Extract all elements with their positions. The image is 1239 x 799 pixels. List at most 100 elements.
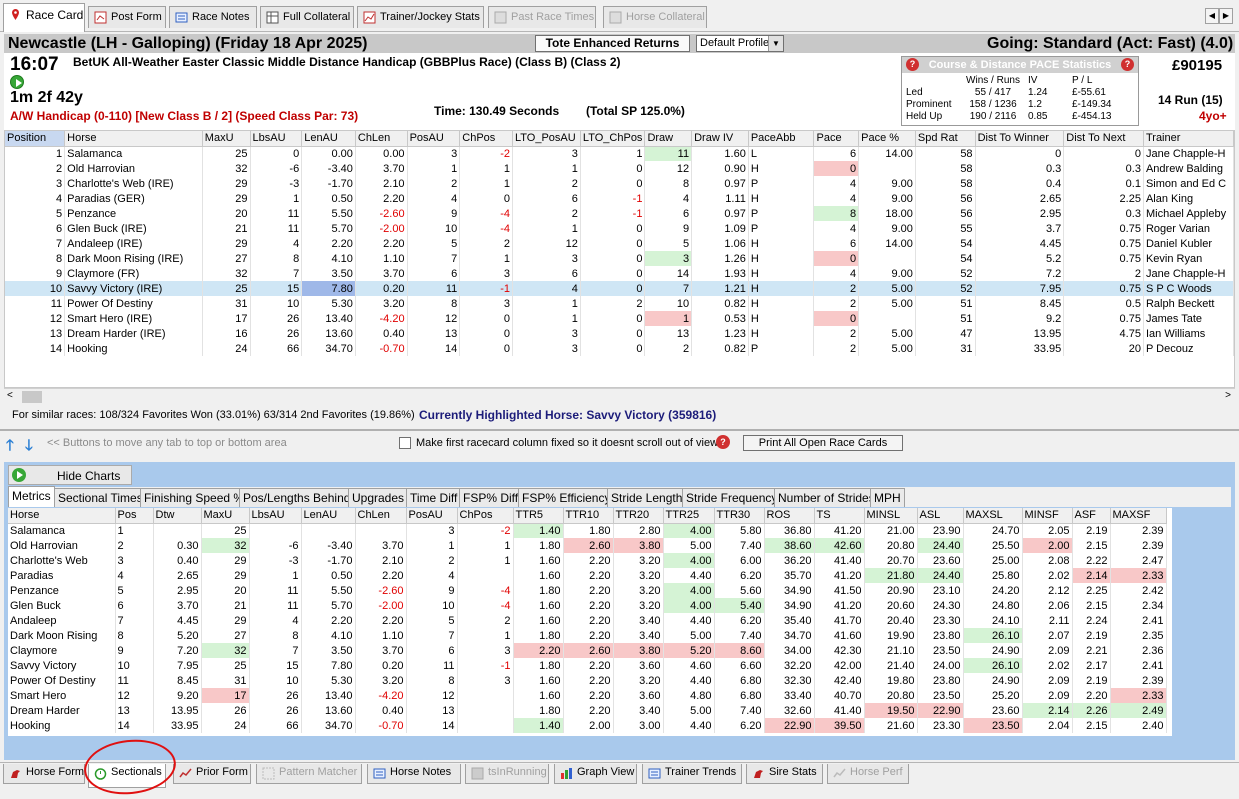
tab-horse-perf[interactable]: Horse Perf (827, 764, 909, 784)
table-row[interactable]: Claymore 9 7.20 32 7 3.50 3.70 6 3 2.20 2.60 3.80 5.… (8, 643, 1167, 658)
column-header[interactable]: TTR30 (714, 508, 765, 524)
tab-sire-stats[interactable]: Sire Stats (746, 764, 823, 784)
column-header[interactable]: TS (814, 508, 865, 524)
subtab-number-of-strides[interactable]: Number of Strides (774, 488, 879, 507)
column-header[interactable]: Horse (8, 508, 116, 524)
table-row[interactable]: 8 Dark Moon Rising (IRE) 27 8 4.10 1.10 7 1 3 0 3 1… (5, 251, 1234, 266)
column-header[interactable]: Dtw (153, 508, 202, 524)
tab-prior-form[interactable]: Prior Form (173, 764, 251, 784)
hide-charts-button[interactable]: Hide Charts (8, 465, 132, 485)
tab-ts-in-running[interactable]: tsInRunning (465, 764, 549, 784)
tab-trainer-trends[interactable]: Trainer Trends (642, 764, 742, 784)
fixed-column-checkbox[interactable] (399, 437, 411, 449)
column-header[interactable]: LbsAU (249, 508, 302, 524)
column-header[interactable]: ChPos (459, 131, 513, 147)
tab-graph-view[interactable]: Graph View (554, 764, 637, 784)
table-row[interactable]: 7 Andaleep (IRE) 29 4 2.20 2.20 5 2 12 0 5 1.06 H 6 14… (5, 236, 1234, 251)
table-row[interactable]: 14 Hooking 24 66 34.70 -0.70 14 0 3 0 2 0.82 P 2 5.00 3… (5, 341, 1234, 356)
tab-trainer-jockey-stats[interactable]: Trainer/Jockey Stats (357, 6, 484, 28)
column-header[interactable]: LenAU (301, 508, 356, 524)
column-header[interactable]: Pace (813, 131, 860, 147)
column-header[interactable]: PosAU (406, 508, 458, 524)
print-race-cards-button[interactable]: Print All Open Race Cards (743, 435, 903, 451)
table-row[interactable]: 12 Smart Hero (IRE) 17 26 13.40 -4.20 12 0 1 0 1 0.… (5, 311, 1234, 326)
column-header[interactable]: TTR20 (613, 508, 664, 524)
column-header[interactable]: Trainer (1143, 131, 1234, 147)
column-header[interactable]: LTO_PosAU (512, 131, 581, 147)
column-header[interactable]: LTO_ChPos (580, 131, 646, 147)
table-row[interactable]: Dream Harder 13 13.95 26 26 13.60 0.40 13 1.80 2.… (8, 703, 1167, 718)
column-header[interactable]: Draw (644, 131, 693, 147)
column-header[interactable]: Pace % (858, 131, 916, 147)
column-header[interactable]: Pos (115, 508, 154, 524)
subtab-time-diff[interactable]: Time Diff (406, 488, 462, 507)
move-tab-up-icon[interactable]: 🡑 (6, 435, 14, 460)
column-header[interactable]: MAXSL (963, 508, 1023, 524)
table-row[interactable]: Glen Buck 6 3.70 21 11 5.70 -2.00 10 -4 1.60 2.20 3… (8, 598, 1167, 613)
tab-pattern-matcher[interactable]: Pattern Matcher (256, 764, 362, 784)
table-row[interactable]: 13 Dream Harder (IRE) 16 26 13.60 0.40 13 0 3 0 13… (5, 326, 1234, 341)
tab-scroll-left-button[interactable]: ◀ (1205, 8, 1219, 24)
table-row[interactable]: Savvy Victory 10 7.95 25 15 7.80 0.20 11 -1 1.80 2… (8, 658, 1167, 673)
subtab-metrics[interactable]: Metrics (8, 486, 55, 507)
tab-race-card[interactable]: Race Card (3, 3, 85, 32)
column-header[interactable]: Dist To Next (1063, 131, 1144, 147)
table-row[interactable]: Penzance 5 2.95 20 11 5.50 -2.60 9 -4 1.80 2.20 3.2… (8, 583, 1167, 598)
profile-select[interactable]: Default Profile ▼ (696, 35, 784, 52)
splitter[interactable] (0, 429, 1239, 431)
tab-past-race-times[interactable]: Past Race Times (488, 6, 596, 28)
table-row[interactable]: Paradias 4 2.65 29 1 0.50 2.20 4 1.60 2.20 3.20 4.4… (8, 568, 1167, 583)
table-row[interactable]: Andaleep 7 4.45 29 4 2.20 2.20 5 2 1.60 2.20 3.40 4.… (8, 613, 1167, 628)
table-row[interactable]: 2 Old Harrovian 32 -6 -3.40 3.70 1 1 1 0 12 0.90 H 0 5… (5, 161, 1234, 176)
tab-scroll-right-button[interactable]: ▶ (1219, 8, 1233, 24)
tab-full-collateral[interactable]: Full Collateral (260, 6, 354, 28)
table-row[interactable]: Hooking 14 33.95 24 66 34.70 -0.70 14 1.40 2.00 3.… (8, 718, 1167, 733)
column-header[interactable]: MAXSF (1110, 508, 1167, 524)
column-header[interactable]: ChLen (355, 508, 407, 524)
scroll-left-icon[interactable]: < (7, 390, 13, 401)
table-row[interactable]: Power Of Destiny 11 8.45 31 10 5.30 3.20 8 3 1.60… (8, 673, 1167, 688)
column-header[interactable]: TTR5 (513, 508, 564, 524)
table-row[interactable]: Charlotte's Web 3 0.40 29 -3 -1.70 2.10 2 1 1.60 2… (8, 553, 1167, 568)
table-row[interactable]: 10 Savvy Victory (IRE) 25 15 7.80 0.20 11 -1 4 0 7… (5, 281, 1234, 296)
column-header[interactable]: PosAU (407, 131, 461, 147)
table-row[interactable]: 11 Power Of Destiny 31 10 5.30 3.20 8 3 1 2 10 0.82… (5, 296, 1234, 311)
column-header[interactable]: ASF (1072, 508, 1111, 524)
column-header[interactable]: Draw IV (691, 131, 749, 147)
column-header[interactable]: LbsAU (250, 131, 303, 147)
column-header[interactable]: ASL (917, 508, 964, 524)
table-row[interactable]: Smart Hero 12 9.20 17 26 13.40 -4.20 12 1.60 2.20… (8, 688, 1167, 703)
tab-horse-collateral[interactable]: Horse Collateral (603, 6, 707, 28)
tab-race-notes[interactable]: Race Notes (169, 6, 257, 28)
table-row[interactable]: 6 Glen Buck (IRE) 21 11 5.70 -2.00 10 -4 1 0 9 1.09… (5, 221, 1234, 236)
table-row[interactable]: 9 Claymore (FR) 32 7 3.50 3.70 6 3 6 0 14 1.93 H 4 9.0… (5, 266, 1234, 281)
column-header[interactable]: ChLen (355, 131, 408, 147)
column-header[interactable]: MINSF (1022, 508, 1073, 524)
column-header[interactable]: ChPos (457, 508, 514, 524)
subtab-pos-lengths-behind[interactable]: Pos/Lengths Behind (239, 488, 355, 507)
column-header[interactable]: ROS (764, 508, 815, 524)
subtab-fsp-diff[interactable]: FSP% Diff (459, 488, 523, 507)
column-header[interactable]: Dist To Winner (975, 131, 1065, 147)
help-icon[interactable]: ? (716, 435, 730, 449)
column-header[interactable]: Position (5, 131, 66, 147)
tab-post-form[interactable]: Post Form (88, 6, 166, 28)
racecard-horizontal-scrollbar[interactable]: < > (4, 388, 1235, 404)
subtab-stride-length[interactable]: Stride Length (607, 488, 687, 507)
tab-horse-notes[interactable]: Horse Notes (367, 764, 461, 784)
subtab-mph[interactable]: MPH (870, 488, 905, 507)
column-header[interactable]: TTR10 (563, 508, 614, 524)
help-icon[interactable]: ? (906, 58, 919, 71)
subtab-fsp-efficiency[interactable]: FSP% Efficiency (518, 488, 615, 507)
scroll-right-icon[interactable]: > (1225, 390, 1231, 401)
column-header[interactable]: PaceAbb (748, 131, 815, 147)
table-row[interactable]: Salamanca 1 25 3 -2 1.40 1.80 2.80 4.00 5.80 36.80… (8, 523, 1167, 538)
table-row[interactable]: Dark Moon Rising 8 5.20 27 8 4.10 1.10 7 1 1.80 2.… (8, 628, 1167, 643)
subtab-finishing-speed[interactable]: Finishing Speed % (140, 488, 249, 507)
subtab-stride-frequency[interactable]: Stride Frequency (682, 488, 782, 507)
column-header[interactable]: TTR25 (663, 508, 715, 524)
play-icon[interactable] (10, 75, 24, 89)
tab-horse-form[interactable]: Horse Form (3, 764, 85, 784)
tote-enhanced-returns-button[interactable]: Tote Enhanced Returns (535, 35, 690, 52)
subtab-upgrades[interactable]: Upgrades (348, 488, 409, 507)
